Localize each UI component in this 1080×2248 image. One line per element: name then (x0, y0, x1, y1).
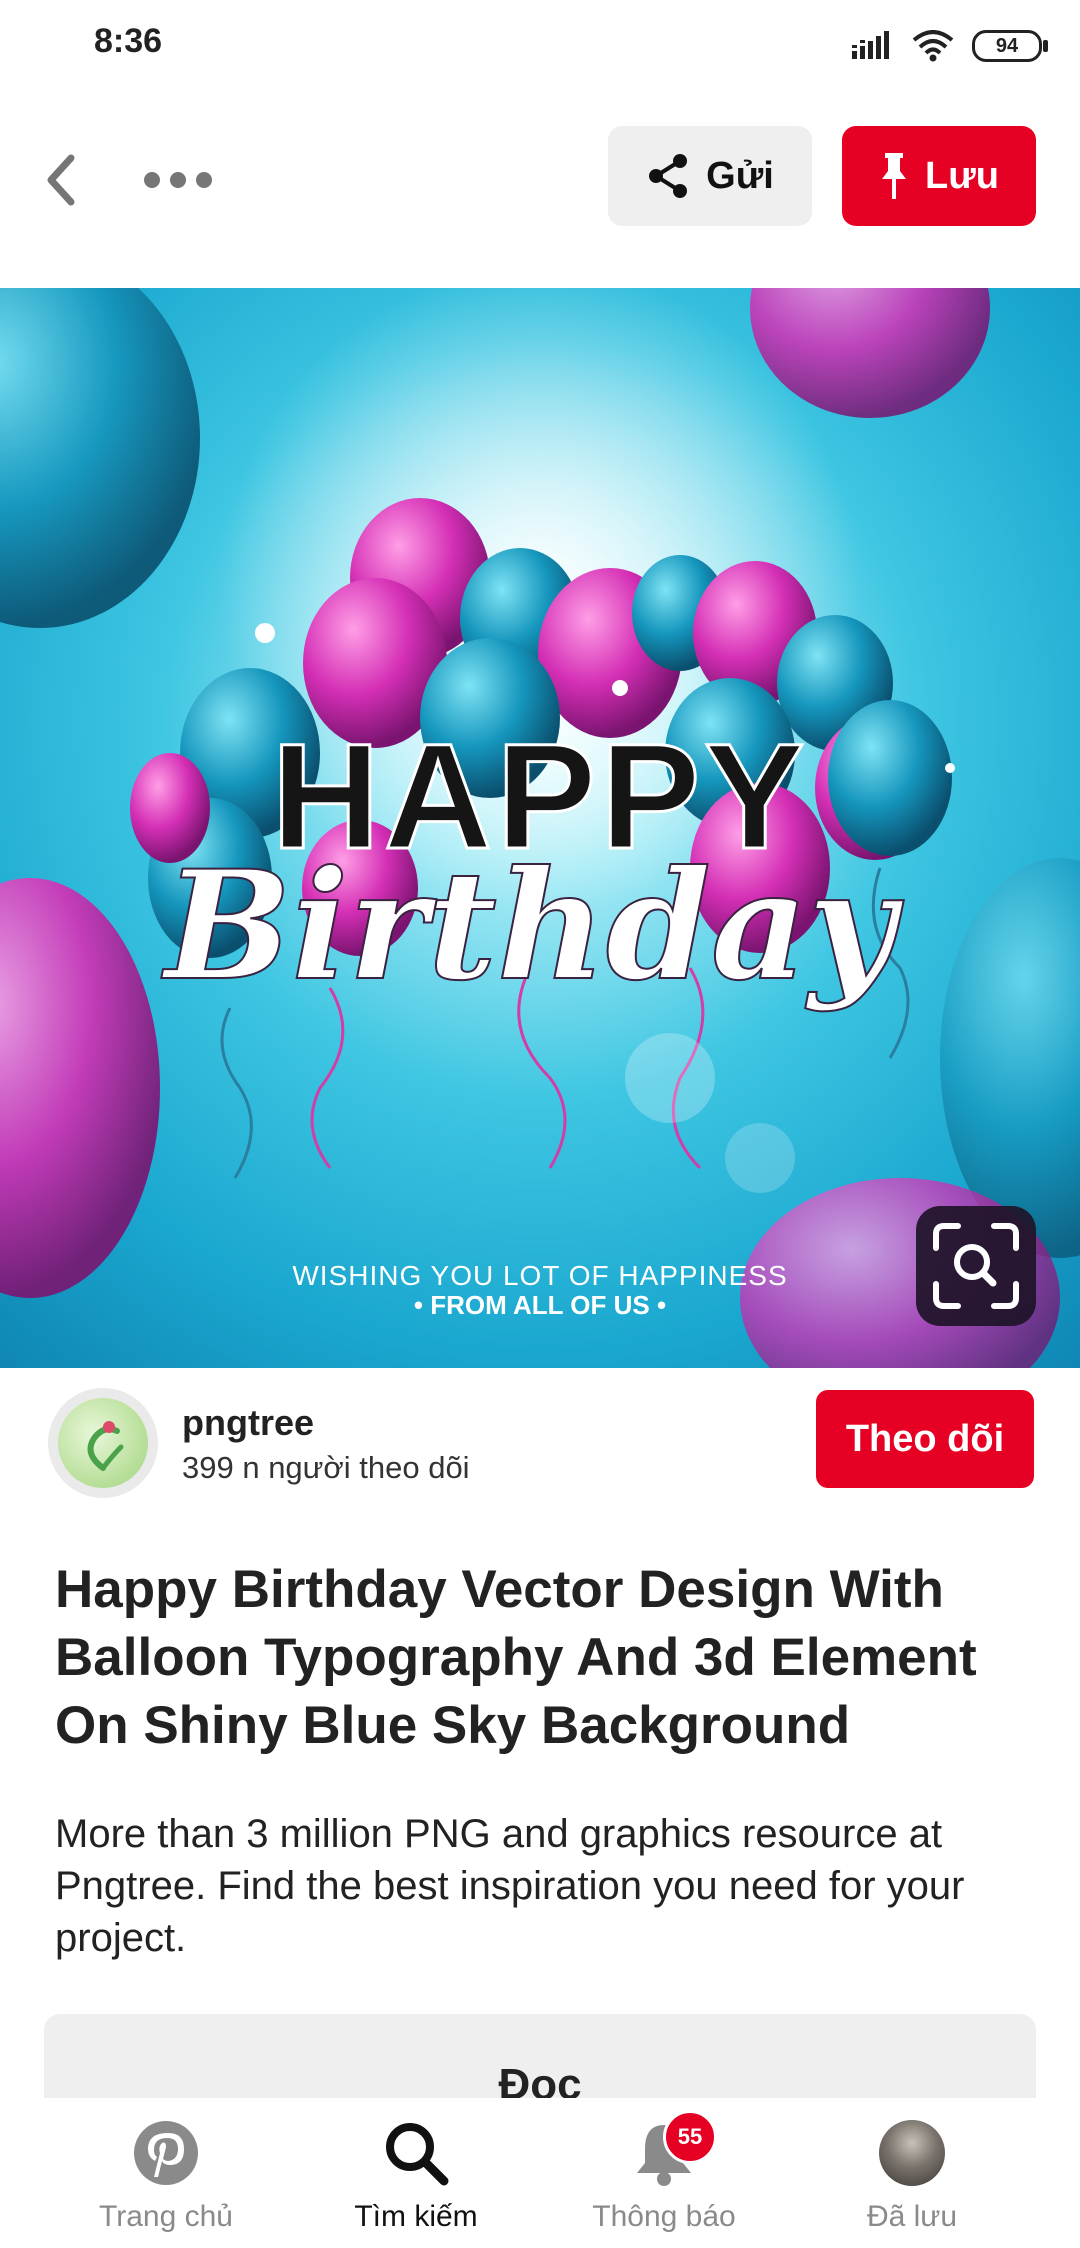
battery-indicator: 94 (972, 30, 1048, 62)
save-label: Lưu (925, 154, 999, 197)
hero-script: Birthday (161, 838, 904, 1014)
status-bar: 8:36 94 (0, 0, 1080, 90)
profile-avatar (879, 2120, 945, 2186)
follow-button[interactable]: Theo dõi (816, 1390, 1034, 1488)
nav-home[interactable]: Trang chủ (56, 2116, 276, 2246)
pin-description: More than 3 million PNG and graphics res… (55, 1812, 965, 1960)
signal-icon (852, 31, 889, 59)
bottom-nav: Trang chủ Tìm kiếm 55 Thông báo Đã lưu (0, 2098, 1080, 2248)
nav-saved-label: Đã lưu (866, 2200, 958, 2233)
hero-tagline-2: • FROM ALL OF US • (414, 1290, 666, 1320)
back-button[interactable] (36, 150, 86, 210)
send-label: Gửi (706, 154, 774, 197)
save-button[interactable]: Lưu (842, 126, 1036, 226)
pin-toolbar: Gửi Lưu (0, 120, 1080, 232)
pngtree-logo-icon (58, 1398, 148, 1488)
nav-search[interactable]: Tìm kiếm (306, 2116, 526, 2246)
chevron-left-icon (47, 154, 75, 206)
nav-saved[interactable]: Đã lưu (802, 2116, 1022, 2246)
pin-image[interactable]: HAPPY Birthday WISHING YOU LOT OF HAPPIN… (0, 288, 1080, 1368)
send-button[interactable]: Gửi (608, 126, 812, 226)
nav-search-label: Tìm kiếm (354, 2200, 478, 2233)
nav-home-label: Trang chủ (99, 2200, 233, 2233)
status-time: 8:36 (94, 22, 163, 60)
pinterest-logo-icon (134, 2121, 198, 2185)
search-icon (386, 2123, 449, 2186)
more-dot-icon (144, 172, 160, 188)
status-icons: 94 (850, 26, 1048, 66)
birthday-artwork: HAPPY Birthday WISHING YOU LOT OF HAPPIN… (0, 288, 1080, 1368)
creator-avatar[interactable] (48, 1388, 158, 1498)
share-icon (649, 154, 688, 198)
nav-notifications[interactable]: 55 Thông báo (554, 2110, 774, 2246)
hero-tagline-1: WISHING YOU LOT OF HAPPINESS (292, 1260, 787, 1291)
visual-search-button[interactable] (916, 1206, 1036, 1326)
more-dot-icon (170, 172, 186, 188)
creator-row: pngtree 399 n người theo dõi Theo dõi (0, 1388, 1080, 1498)
nav-notifications-label: Thông báo (592, 2200, 736, 2233)
more-dot-icon (196, 172, 212, 188)
pin-icon (882, 153, 907, 199)
lens-search-icon (933, 1223, 1019, 1309)
wifi-icon (912, 30, 954, 62)
creator-followers: 399 n người theo dõi (182, 1450, 470, 1485)
more-options-button[interactable] (138, 150, 218, 210)
creator-name[interactable]: pngtree (182, 1402, 314, 1444)
notification-badge: 55 (663, 2110, 717, 2164)
pin-title: Happy Birthday Vector Design With Balloo… (55, 1560, 977, 1755)
